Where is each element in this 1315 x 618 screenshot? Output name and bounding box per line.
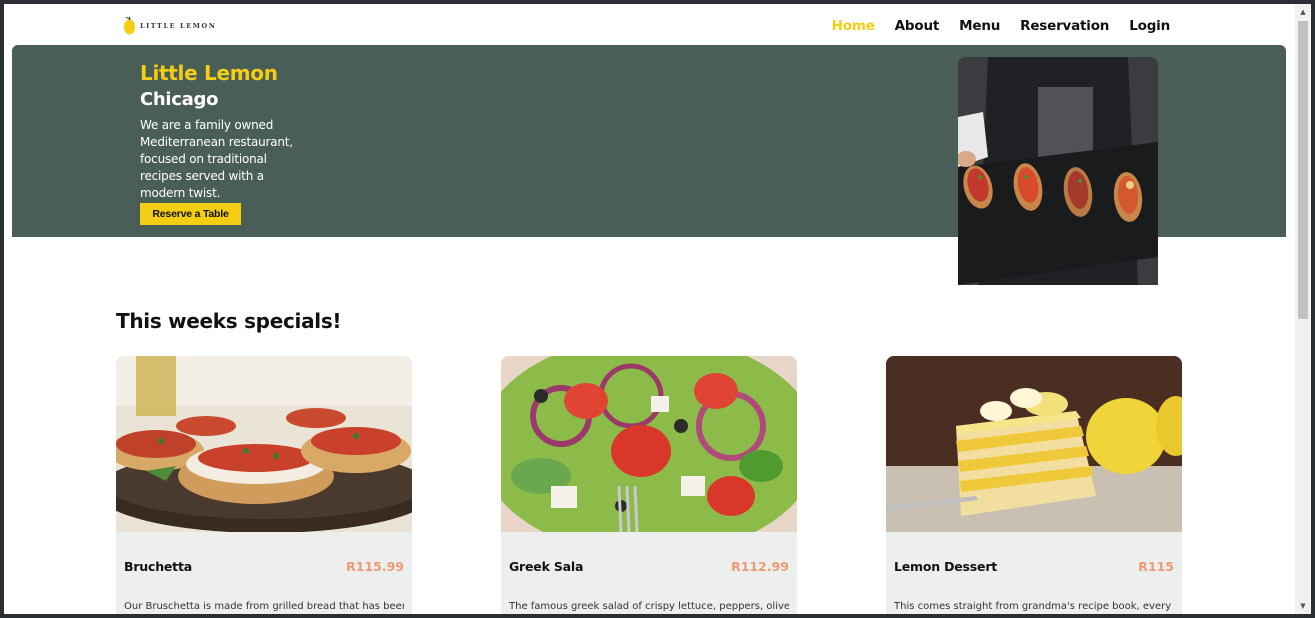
- lemon-logo-icon: [124, 17, 135, 35]
- nav-reservation-link[interactable]: Reservation: [1020, 18, 1109, 34]
- scroll-thumb[interactable]: [1298, 21, 1308, 319]
- scroll-up-arrow-icon[interactable]: ▲: [1295, 4, 1311, 20]
- special-name: Bruchetta: [124, 559, 192, 574]
- nav-menu-link[interactable]: Menu: [959, 18, 1000, 34]
- nav-about-link[interactable]: About: [895, 18, 940, 34]
- scroll-down-arrow-icon[interactable]: ▼: [1295, 598, 1311, 614]
- hero-city: Chicago: [140, 89, 219, 110]
- special-card[interactable]: Greek Sala R112.99 The famous greek sala…: [501, 356, 797, 614]
- special-description: The famous greek salad of crispy lettuce…: [509, 601, 789, 612]
- reserve-table-button[interactable]: Reserve a Table: [140, 203, 241, 225]
- browser-viewport: LITTLE LEMON Home About Menu Reservation…: [4, 4, 1311, 614]
- greek-salad-image: [501, 356, 797, 532]
- lemon-dessert-image: [886, 356, 1182, 532]
- nav-home-link[interactable]: Home: [832, 18, 875, 34]
- nav-links: Home About Menu Reservation Login: [832, 18, 1171, 34]
- special-card[interactable]: Bruchetta R115.99 Our Bruschetta is made…: [116, 356, 412, 614]
- special-description: This comes straight from grandma's recip…: [894, 601, 1174, 612]
- special-name: Greek Sala: [509, 559, 584, 574]
- vertical-scrollbar[interactable]: ▲ ▼: [1295, 4, 1311, 614]
- logo-text: LITTLE LEMON: [140, 22, 217, 30]
- special-description: Our Bruschetta is made from grilled brea…: [124, 601, 404, 612]
- nav-login-link[interactable]: Login: [1129, 18, 1170, 34]
- special-price: R112.99: [731, 559, 789, 574]
- bruchetta-image: [116, 356, 412, 532]
- specials-heading: This weeks specials!: [116, 309, 342, 333]
- special-price: R115.99: [346, 559, 404, 574]
- navbar: LITTLE LEMON Home About Menu Reservation…: [4, 4, 1295, 44]
- hero-description: We are a family owned Mediterranean rest…: [140, 118, 293, 200]
- logo[interactable]: LITTLE LEMON: [123, 14, 216, 36]
- special-name: Lemon Dessert: [894, 559, 998, 574]
- special-price: R115: [1138, 559, 1174, 574]
- hero-title: Little Lemon: [140, 61, 278, 85]
- special-card[interactable]: Lemon Dessert R115 This comes straight f…: [886, 356, 1182, 614]
- hero-food-image: [958, 57, 1158, 285]
